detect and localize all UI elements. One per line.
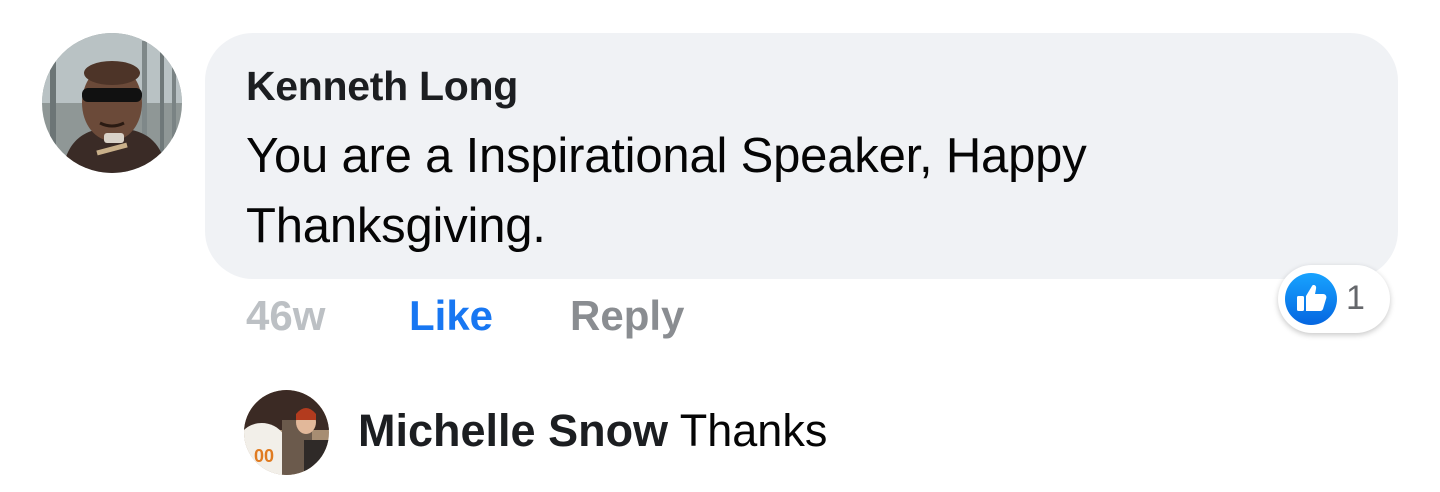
comment-author-name[interactable]: Kenneth Long — [246, 63, 518, 110]
reply-author-name[interactable]: Michelle Snow — [358, 405, 668, 456]
thumbs-up-icon — [1285, 273, 1337, 325]
reply-avatar[interactable]: 00 — [244, 390, 329, 475]
svg-text:00: 00 — [254, 446, 274, 466]
reply-button[interactable]: Reply — [570, 292, 684, 340]
comment-bubble: Kenneth Long You are a Inspirational Spe… — [205, 33, 1398, 279]
comment-text: You are a Inspirational Speaker, Happy T… — [246, 129, 1087, 253]
comment-timestamp[interactable]: 46w — [246, 292, 325, 340]
reaction-count: 1 — [1346, 279, 1365, 317]
like-button[interactable]: Like — [409, 292, 493, 340]
reply-comment: Michelle Snow Thanks — [358, 405, 827, 457]
commenter-avatar[interactable] — [42, 33, 182, 173]
reaction-summary-badge[interactable]: 1 — [1278, 265, 1390, 333]
reply-text: Thanks — [679, 405, 828, 456]
